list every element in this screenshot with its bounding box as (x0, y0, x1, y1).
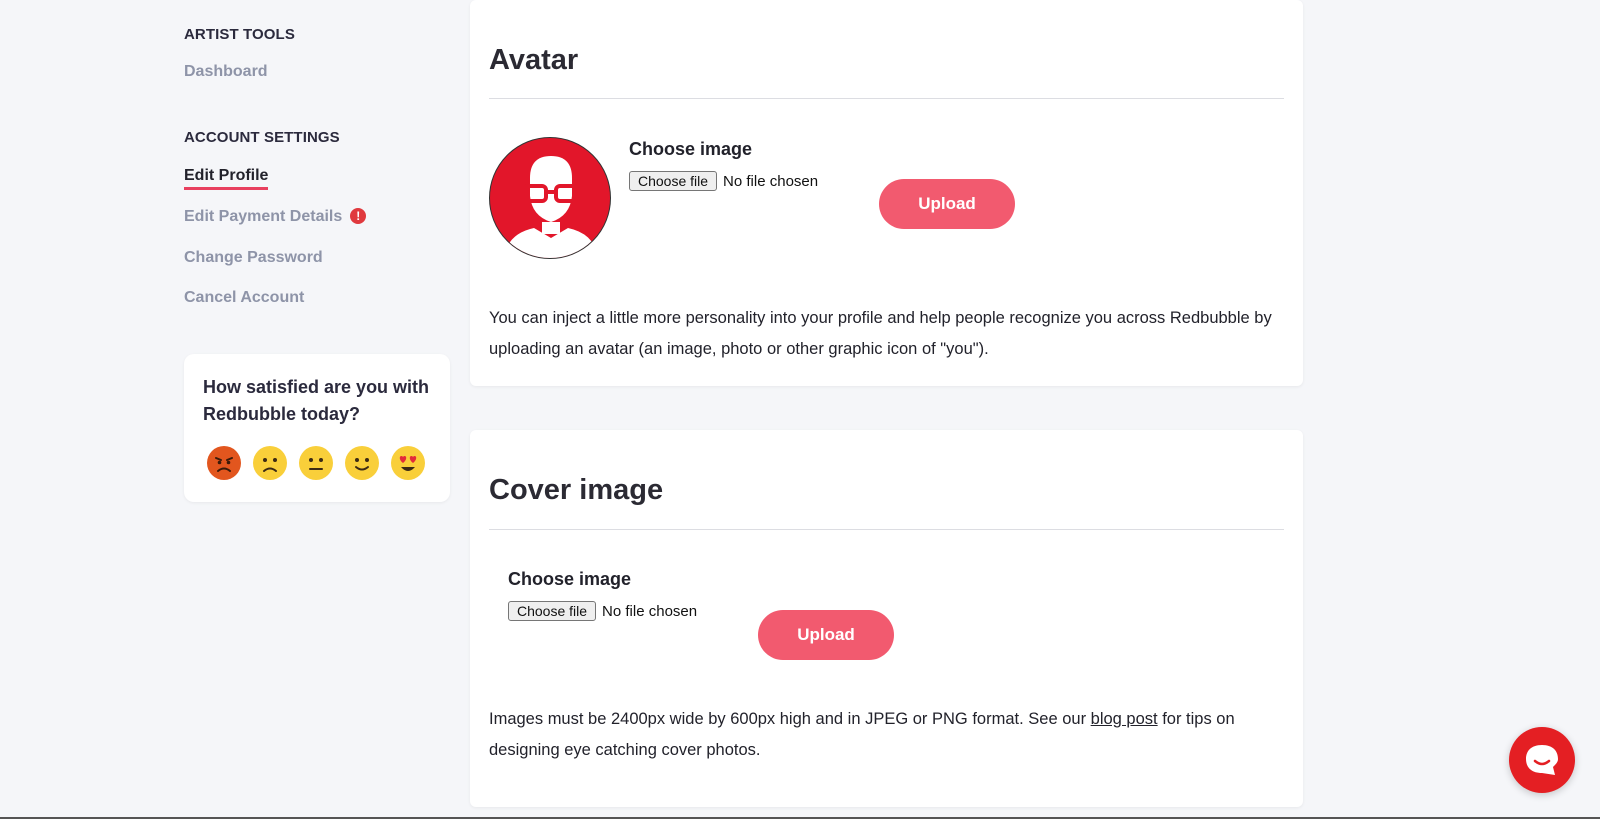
account-settings-heading: ACCOUNT SETTINGS (184, 129, 340, 146)
avatar-file-input[interactable]: Choose file No file chosen (629, 171, 818, 191)
alert-icon: ! (350, 208, 367, 224)
sidebar-item-cancel-account[interactable]: Cancel Account (184, 289, 304, 307)
user-silhouette-icon (504, 156, 598, 258)
divider (489, 98, 1284, 99)
neutral-face-icon[interactable] (299, 446, 333, 480)
avatar-title: Avatar (489, 44, 579, 76)
cover-description: Images must be 2400px wide by 600px high… (489, 704, 1289, 766)
sidebar-item-change-password[interactable]: Change Password (184, 249, 323, 267)
sidebar-item-label: Edit Payment Details (184, 208, 343, 225)
avatar-card: Avatar Choose image Choose file No file … (470, 0, 1303, 386)
artist-tools-heading: ARTIST TOOLS (184, 26, 295, 43)
avatar-image (489, 137, 611, 259)
frowning-face-icon[interactable] (253, 446, 287, 480)
cover-choose-label: Choose image (508, 569, 632, 589)
sidebar-item-edit-payment[interactable]: Edit Payment Details! (184, 208, 367, 226)
cover-file-status: No file chosen (602, 602, 698, 620)
sidebar-item-dashboard[interactable]: Dashboard (184, 63, 268, 81)
survey-question: How satisfied are you with Redbubble tod… (203, 377, 430, 424)
avatar-upload-button[interactable]: Upload (879, 179, 1015, 229)
angry-face-icon[interactable] (207, 446, 241, 480)
sidebar-item-edit-profile[interactable]: Edit Profile (184, 167, 269, 190)
cover-description-text: Images must be 2400px wide by 600px high… (489, 710, 1091, 728)
cover-choose-file-button[interactable]: Choose file (508, 601, 597, 621)
avatar-description: You can inject a little more personality… (489, 309, 1272, 358)
emoji-rating-row (207, 446, 425, 480)
slightly-smiling-face-icon[interactable] (345, 446, 379, 480)
heart-eyes-face-icon[interactable] (391, 446, 425, 480)
cover-title: Cover image (489, 474, 664, 506)
chat-icon (1526, 745, 1558, 775)
cover-file-input[interactable]: Choose file No file chosen (508, 601, 697, 621)
chat-button[interactable] (1509, 727, 1575, 793)
blog-post-link[interactable]: blog post (1091, 710, 1158, 728)
cover-upload-button[interactable]: Upload (758, 610, 894, 660)
avatar-file-status: No file chosen (723, 172, 819, 190)
cover-image-card: Cover image Choose image Choose file No … (470, 430, 1303, 807)
satisfaction-survey: How satisfied are you with Redbubble tod… (184, 354, 450, 502)
avatar-choose-label: Choose image (629, 139, 753, 159)
avatar-choose-file-button[interactable]: Choose file (629, 171, 718, 191)
divider (489, 529, 1284, 530)
